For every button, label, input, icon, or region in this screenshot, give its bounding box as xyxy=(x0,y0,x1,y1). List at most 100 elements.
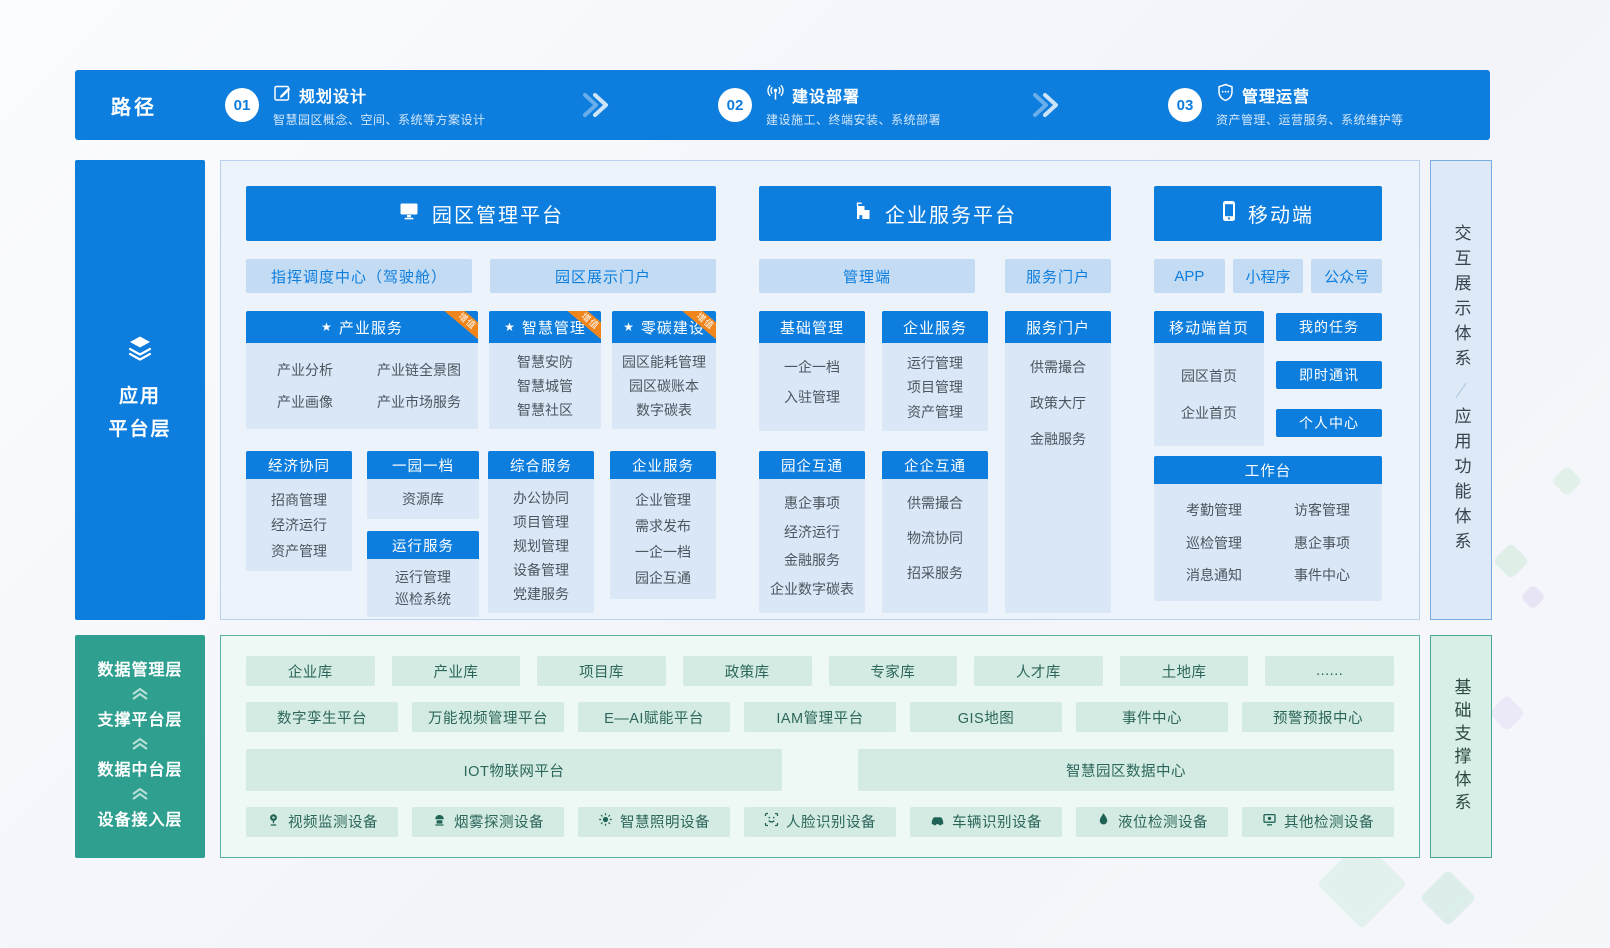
decor-cube xyxy=(1493,543,1530,580)
group-smart-management: ★ 智慧管理 增值 智慧安防 智慧城管 智慧社区 xyxy=(489,311,601,429)
application-function-system-label: 应用功能体系 xyxy=(1449,407,1474,557)
database-row: 企业库 产业库 项目库 政策库 专家库 人才库 土地库 ...... xyxy=(246,656,1394,686)
feature-item: 考勤管理 xyxy=(1186,500,1242,520)
sidebar-label-line: 应用 xyxy=(108,381,171,413)
chevron-right-icon xyxy=(1030,91,1064,124)
step-title: 建设部署 xyxy=(792,83,860,107)
group-header: 企业服务 xyxy=(882,311,988,343)
channel-official-account: 公众号 xyxy=(1311,259,1382,293)
pill-command-center: 指挥调度中心（驾驶舱） xyxy=(246,259,472,293)
feature-item: 企业首页 xyxy=(1181,403,1237,423)
application-platform-panel: 园区管理平台 指挥调度中心（驾驶舱） 园区展示门户 ★ 产业服务 增值 产业分析… xyxy=(220,160,1420,620)
feature-item: 产业画像 xyxy=(277,392,333,412)
edit-icon xyxy=(273,83,292,107)
group-header-label: 产业服务 xyxy=(339,317,403,338)
platform-cell: 万能视频管理平台 xyxy=(412,702,564,732)
device-cell: 视频监测设备 xyxy=(246,807,398,837)
layer-label: 设备接入层 xyxy=(97,811,182,832)
smoke-detector-icon xyxy=(432,812,447,831)
step-subtitle: 建设施工、终端安装、系统部署 xyxy=(766,111,941,128)
feature-item: 惠企事项 xyxy=(1294,533,1350,553)
feature-item: 产业市场服务 xyxy=(377,392,461,412)
star-icon: ★ xyxy=(321,321,333,333)
group-service-portal: 服务门户 供需撮合 政策大厅 金融服务 xyxy=(1005,311,1111,613)
layer-label: 支撑平台层 xyxy=(97,711,182,732)
db-cell: ...... xyxy=(1265,656,1394,686)
feature-item: 园区首页 xyxy=(1181,366,1237,386)
feature-item: 园区能耗管理 xyxy=(622,352,706,372)
sidebar-basic-support-system: 基础支撑体系 xyxy=(1430,635,1492,858)
platform-title: 企业服务平台 xyxy=(885,199,1017,228)
decor-cube xyxy=(1420,870,1477,927)
data-center-cell: 智慧园区数据中心 xyxy=(858,749,1394,790)
group-workbench: 工作台 考勤管理 访客管理 巡检管理 惠企事项 消息通知 事件中心 xyxy=(1154,456,1382,601)
feature-item: 事件中心 xyxy=(1294,565,1350,585)
platform-park-header: 园区管理平台 xyxy=(246,186,716,241)
feature-item: 企业管理 xyxy=(635,490,691,510)
decor-cube xyxy=(1489,695,1526,732)
feature-item: 运行管理 xyxy=(907,353,963,373)
value-added-badge: 增值 xyxy=(442,311,478,343)
monitor-icon xyxy=(398,201,420,227)
group-enterprise-enterprise-link: 企企互通 供需撮合 物流协同 招采服务 xyxy=(882,451,988,613)
feature-item: 资产管理 xyxy=(907,402,963,422)
phone-icon xyxy=(1222,200,1236,228)
platform-title: 园区管理平台 xyxy=(432,199,564,228)
group-park-enterprise-link: 园企互通 惠企事项 经济运行 金融服务 企业数字碳表 xyxy=(759,451,865,613)
feature-item: 产业链全景图 xyxy=(377,360,461,380)
button-personal-center: 个人中心 xyxy=(1276,409,1382,437)
feature-item: 消息通知 xyxy=(1186,565,1242,585)
feature-item: 惠企事项 xyxy=(784,493,840,513)
device-row: 视频监测设备 烟雾探测设备 智慧照明设备 人脸识别设备 车辆识别设备 液位检测设… xyxy=(246,807,1394,837)
device-label: 人脸识别设备 xyxy=(786,811,876,832)
group-header: 服务门户 xyxy=(1005,311,1111,343)
platform-enterprise: 企业服务平台 管理端 服务门户 基础管理 一企一档 入驻管理 企业服务 运 xyxy=(759,186,1111,613)
db-cell: 产业库 xyxy=(392,656,521,686)
group-enterprise-service: 企业服务 运行管理 项目管理 资产管理 xyxy=(882,311,988,431)
chevron-right-icon xyxy=(580,91,614,124)
feature-item: 供需撮合 xyxy=(907,493,963,513)
device-label: 其他检测设备 xyxy=(1284,811,1374,832)
camera-icon xyxy=(266,812,281,831)
chevron-up-icon xyxy=(129,787,151,806)
group-header: 企企互通 xyxy=(882,451,988,479)
support-platform-row: 数字孪生平台 万能视频管理平台 E—AI赋能平台 IAM管理平台 GIS地图 事… xyxy=(246,702,1394,732)
device-label: 智慧照明设备 xyxy=(620,811,710,832)
db-cell: 企业库 xyxy=(246,656,375,686)
liquid-level-icon xyxy=(1096,812,1111,831)
iot-platform-cell: IOT物联网平台 xyxy=(246,749,782,790)
platform-mobile: 移动端 APP 小程序 公众号 移动端首页 园区首页 企业首页 我的任务 即时通… xyxy=(1154,186,1382,601)
path-step-3: 03 管理运营 资产管理、运营服务、系统维护等 xyxy=(1168,70,1404,140)
building-icon xyxy=(853,201,873,227)
button-instant-messaging: 即时通讯 xyxy=(1276,361,1382,389)
platform-cell: 事件中心 xyxy=(1076,702,1228,732)
platform-cell: IAM管理平台 xyxy=(744,702,896,732)
group-header: 一园一档 xyxy=(367,451,479,479)
feature-item: 金融服务 xyxy=(784,550,840,570)
group-header: 工作台 xyxy=(1154,456,1382,484)
feature-item: 访客管理 xyxy=(1294,500,1350,520)
layers-icon xyxy=(125,334,155,367)
feature-item: 资源库 xyxy=(402,489,444,509)
layer-label: 数据管理层 xyxy=(97,661,182,682)
device-label: 烟雾探测设备 xyxy=(454,811,544,832)
feature-item: 数字碳表 xyxy=(636,400,692,420)
divider xyxy=(1455,382,1466,397)
feature-item: 智慧安防 xyxy=(517,352,573,372)
group-economic-synergy: 经济协同 招商管理 经济运行 资产管理 xyxy=(246,451,352,571)
feature-item: 经济运行 xyxy=(784,522,840,542)
step-title: 管理运营 xyxy=(1242,83,1310,107)
path-bar-label: 路径 xyxy=(111,70,157,140)
device-cell: 车辆识别设备 xyxy=(910,807,1062,837)
layer-label: 数据中台层 xyxy=(97,761,182,782)
device-label: 车辆识别设备 xyxy=(952,811,1042,832)
feature-item: 入驻管理 xyxy=(784,387,840,407)
interaction-display-system-label: 交互展示体系 xyxy=(1449,224,1474,374)
platform-cell: 预警预报中心 xyxy=(1242,702,1394,732)
device-cell: 液位检测设备 xyxy=(1076,807,1228,837)
decor-cube xyxy=(1520,584,1545,609)
chevron-up-icon xyxy=(129,737,151,756)
group-one-park-one-file: 一园一档 资源库 xyxy=(367,451,479,519)
feature-item: 供需撮合 xyxy=(1030,357,1086,377)
middle-platform-row: IOT物联网平台 智慧园区数据中心 xyxy=(246,749,1394,790)
